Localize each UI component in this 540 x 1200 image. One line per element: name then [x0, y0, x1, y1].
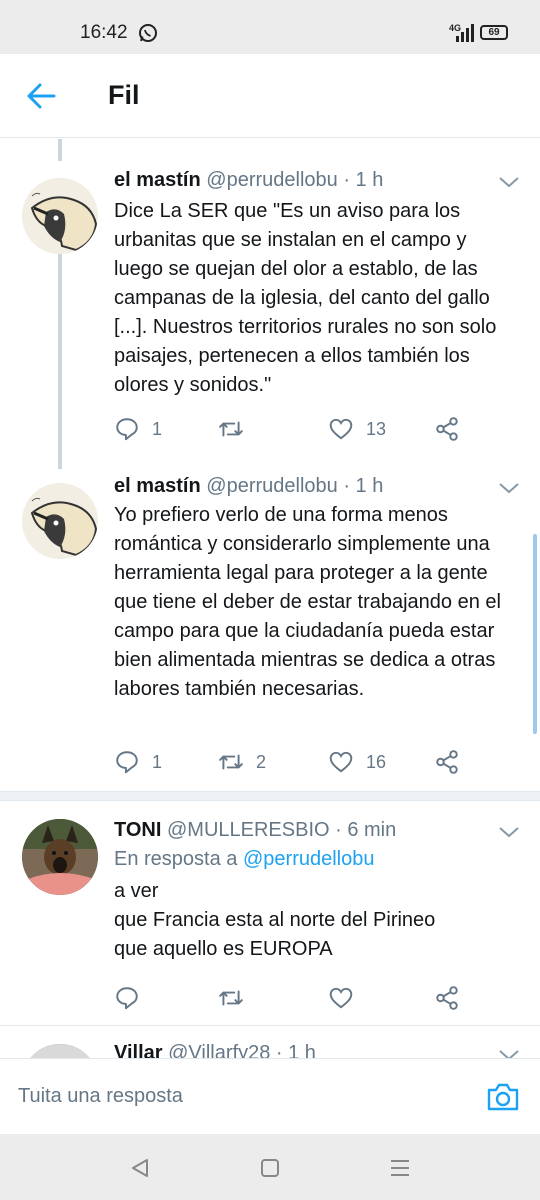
whatsapp-icon — [139, 24, 157, 42]
app-header: Fil — [0, 54, 540, 138]
camera-icon[interactable] — [486, 1081, 520, 1113]
like-count: 13 — [366, 418, 387, 439]
tweet[interactable]: el mastín @perrudellobu · 1 h Yo prefier… — [0, 459, 540, 791]
retweet-count: 2 — [256, 751, 267, 772]
reply-count: 1 — [152, 418, 163, 439]
avatar[interactable] — [22, 819, 98, 895]
display-name[interactable]: el mastín — [114, 475, 201, 497]
status-time: 16:42 — [80, 22, 128, 43]
retweet-icon — [219, 754, 243, 770]
chevron-down-icon[interactable] — [498, 481, 520, 495]
signal-icon — [456, 24, 474, 42]
reply-count: 1 — [152, 751, 163, 772]
reply-button[interactable] — [114, 983, 152, 1013]
reply-button[interactable]: 1 — [114, 747, 162, 777]
like-button[interactable]: 16 — [328, 747, 386, 777]
tweet-feed[interactable]: el mastín @perrudellobu · 1 h Dice La SE… — [0, 139, 540, 1058]
tweet-header: TONI @MULLERESBIO · 6 min — [114, 819, 396, 842]
menu-lines-icon[interactable] — [388, 1156, 412, 1180]
dog-avatar-image — [22, 483, 98, 559]
user-handle[interactable]: @MULLERESBIO — [167, 819, 330, 841]
retweet-icon — [219, 990, 243, 1006]
display-name[interactable]: Villar — [114, 1042, 163, 1058]
share-icon — [436, 417, 458, 441]
system-nav-bar — [0, 1134, 540, 1200]
reply-icon — [116, 987, 138, 1010]
avatar[interactable] — [22, 1044, 98, 1058]
reply-input[interactable]: Tuita una resposta — [18, 1085, 183, 1108]
reply-compose-bar[interactable]: Tuita una resposta — [0, 1058, 540, 1134]
retweet-button[interactable] — [218, 983, 256, 1013]
user-handle[interactable]: @perrudellobu — [206, 475, 338, 497]
section-separator — [0, 791, 540, 801]
heart-icon — [329, 751, 353, 773]
tweet-text: a ver que Francia esta al norte del Piri… — [114, 880, 436, 960]
tweet-header: el mastín @perrudellobu · 1 h — [114, 169, 383, 192]
tweet-time: · 1 h — [343, 475, 384, 497]
chevron-down-icon[interactable] — [498, 825, 520, 839]
share-button[interactable] — [434, 747, 460, 777]
dog-photo-avatar — [22, 819, 98, 895]
tweet-header: el mastín @perrudellobu · 1 h — [114, 475, 383, 498]
chevron-down-icon[interactable] — [498, 175, 520, 189]
tweet-actions: 1 13 — [114, 414, 514, 444]
avatar[interactable] — [22, 178, 98, 254]
back-triangle-icon[interactable] — [128, 1156, 152, 1180]
like-button[interactable]: 13 — [328, 414, 386, 444]
reply-icon — [116, 751, 138, 774]
share-button[interactable] — [434, 414, 460, 444]
tweet-actions — [114, 983, 514, 1013]
chevron-down-icon[interactable] — [498, 1048, 520, 1058]
reply-prefix: En resposta a — [114, 848, 238, 870]
battery-icon: 69 — [480, 25, 508, 40]
heart-icon — [329, 418, 353, 440]
tweet-header: Villar @Villarfy28 · 1 h — [114, 1042, 316, 1058]
tweet-text: Dice La SER que "Es un aviso para los ur… — [114, 200, 497, 396]
tweet[interactable]: el mastín @perrudellobu · 1 h Dice La SE… — [0, 139, 540, 459]
avatar-image — [22, 1044, 98, 1058]
display-name[interactable]: el mastín — [114, 169, 201, 191]
page-title: Fil — [108, 80, 140, 110]
user-handle[interactable]: @Villarfy28 — [168, 1042, 270, 1058]
share-button[interactable] — [434, 983, 460, 1013]
tweet-actions: 1 2 16 — [114, 747, 514, 777]
tweet-time: · 6 min — [335, 819, 397, 841]
user-handle[interactable]: @perrudellobu — [206, 169, 338, 191]
tweet[interactable]: Villar @Villarfy28 · 1 h — [0, 1026, 540, 1058]
display-name[interactable]: TONI — [114, 819, 161, 841]
retweet-button[interactable] — [218, 414, 256, 444]
share-icon — [436, 986, 458, 1010]
home-square-icon[interactable] — [258, 1156, 282, 1180]
tweet-time: · 1 h — [343, 169, 384, 191]
reply-user-link[interactable]: @perrudellobu — [243, 848, 375, 870]
reply-context: En resposta a @perrudellobu — [114, 848, 374, 871]
retweet-icon — [219, 421, 243, 437]
heart-icon — [329, 987, 353, 1009]
status-bar: 16:42 4G 69 — [0, 0, 540, 54]
like-button[interactable] — [328, 983, 366, 1013]
tweet-text: Yo prefiero verlo de una forma menos rom… — [114, 504, 501, 700]
reply-button[interactable]: 1 — [114, 414, 162, 444]
tweet-time: · 1 h — [275, 1042, 316, 1058]
like-count: 16 — [366, 751, 387, 772]
reply-icon — [116, 418, 138, 441]
dog-avatar-image — [22, 178, 98, 254]
avatar[interactable] — [22, 483, 98, 559]
tweet[interactable]: TONI @MULLERESBIO · 6 min En resposta a … — [0, 801, 540, 1025]
retweet-button[interactable]: 2 — [218, 747, 266, 777]
back-arrow-icon[interactable] — [26, 82, 56, 110]
share-icon — [436, 750, 458, 774]
